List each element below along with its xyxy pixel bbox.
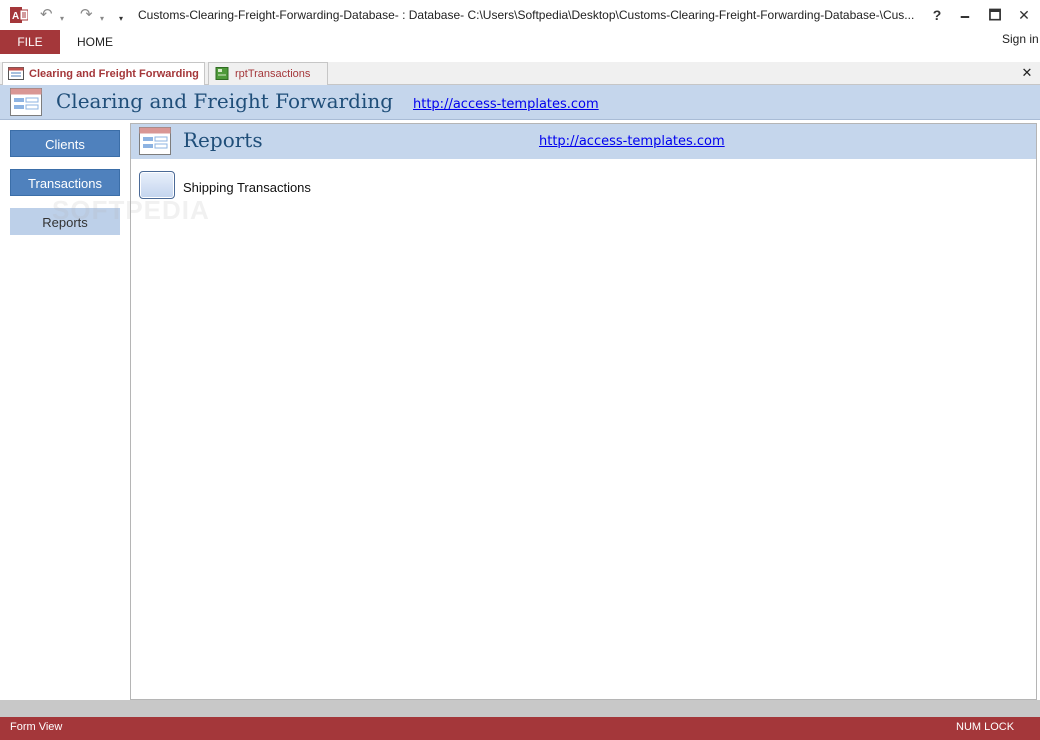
- tab-rpt-transactions[interactable]: rptTransactions: [208, 62, 328, 85]
- transactions-button[interactable]: Transactions: [10, 169, 120, 196]
- ribbon: FILE HOME Sign in: [0, 30, 1040, 62]
- header-website-link[interactable]: http://access-templates.com: [413, 97, 599, 112]
- redo-dropdown-icon[interactable]: ▾: [100, 10, 104, 28]
- form-title: Clearing and Freight Forwarding: [56, 89, 394, 113]
- form-icon: [10, 88, 42, 116]
- customize-qat-icon[interactable]: ▾: [119, 10, 123, 28]
- access-app-icon[interactable]: A: [10, 6, 28, 24]
- home-tab[interactable]: HOME: [77, 30, 113, 54]
- redo-icon[interactable]: ↷: [80, 6, 93, 24]
- help-icon[interactable]: ?: [926, 4, 948, 26]
- undo-icon[interactable]: ↶: [40, 6, 53, 24]
- status-bar: Form View NUM LOCK: [0, 717, 1040, 740]
- tab-clearing-and-freight-forwarding[interactable]: Clearing and Freight Forwarding: [2, 62, 205, 85]
- clients-button[interactable]: Clients: [10, 130, 120, 157]
- subform-header: Reports http://access-templates.com: [131, 124, 1036, 159]
- horizontal-scroll-area: [0, 700, 1040, 717]
- close-document-icon[interactable]: ✕: [1018, 63, 1036, 83]
- subform-title: Reports: [183, 128, 263, 152]
- undo-dropdown-icon[interactable]: ▾: [60, 10, 64, 28]
- file-tab[interactable]: FILE: [0, 30, 60, 54]
- minimize-icon[interactable]: 🗕: [954, 4, 976, 26]
- document-tab-strip: Clearing and Freight Forwarding rptTrans…: [0, 62, 1040, 85]
- subform-website-link[interactable]: http://access-templates.com: [539, 134, 725, 149]
- tab-label: Clearing and Freight Forwarding: [29, 68, 199, 80]
- maximize-icon[interactable]: 🗖: [984, 4, 1006, 26]
- close-window-icon[interactable]: ✕: [1013, 4, 1035, 26]
- view-mode-status: Form View: [10, 721, 63, 733]
- shipping-transactions-label: Shipping Transactions: [183, 180, 311, 195]
- title-bar: A ↶ ▾ ↷ ▾ ▾ Customs-Clearing-Freight-For…: [0, 0, 1040, 30]
- form-header: Clearing and Freight Forwarding http://a…: [0, 85, 1040, 120]
- watermark: SOFTPEDIA: [52, 195, 210, 225]
- svg-text:A: A: [12, 11, 19, 22]
- report-icon: [215, 67, 229, 80]
- window-title: Customs-Clearing-Freight-Forwarding-Data…: [138, 8, 915, 22]
- reports-subform: Reports http://access-templates.com Ship…: [130, 123, 1037, 700]
- form-icon: [139, 127, 171, 155]
- tab-label: rptTransactions: [235, 68, 311, 80]
- num-lock-status: NUM LOCK: [956, 721, 1015, 733]
- sign-in-link[interactable]: Sign in: [1002, 30, 1039, 50]
- form-icon: [8, 67, 24, 80]
